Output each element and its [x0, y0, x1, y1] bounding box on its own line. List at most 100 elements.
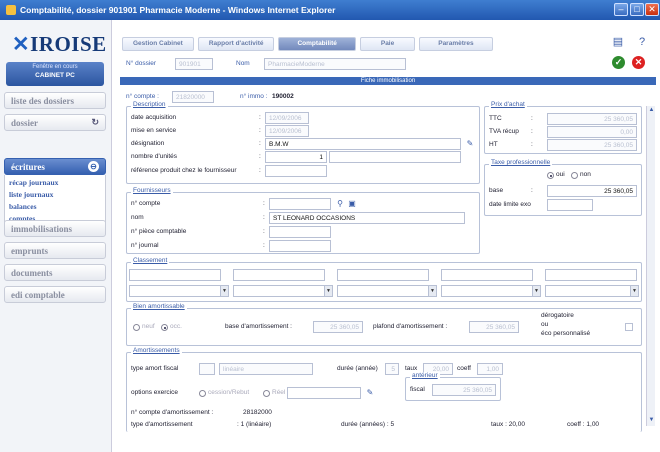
sidebar-item-dossier[interactable]: dossier ↻ [4, 114, 106, 131]
tab-paie[interactable]: Paie [359, 37, 416, 51]
tab-comptabilite[interactable]: Comptabilité [278, 37, 356, 51]
bien-legend: Bien amortissable [131, 303, 187, 310]
fiscal-field[interactable]: 25 360,05 [432, 384, 496, 396]
type-amort-field[interactable]: linéaire [219, 363, 313, 375]
ttc-label: TTC [489, 115, 502, 122]
refresh-icon[interactable]: ↻ [91, 117, 99, 128]
compte-amort-value: 28182000 [243, 409, 272, 416]
tab-rapport-activite[interactable]: Rapport d'activité [197, 37, 275, 51]
fournisseur-section: Fournisseurs n° compte : ⚲ ▣ nom : ST LE… [126, 187, 480, 254]
duree-field[interactable]: 5 [385, 363, 399, 375]
classement-select-2[interactable]: ▼ [233, 285, 333, 297]
ie-icon [6, 5, 16, 15]
search-icon[interactable]: ⚲ [335, 199, 345, 209]
plafond-field[interactable]: 25 360,05 [469, 321, 519, 333]
classement-field-5[interactable] [545, 269, 637, 281]
base-amort-label: base d'amortissement : [225, 323, 292, 330]
help-icon[interactable]: ? [635, 35, 649, 49]
coeff-field[interactable]: 1,00 [477, 363, 503, 375]
subnav-liste-journaux[interactable]: liste journaux [5, 187, 105, 199]
sidebar-item-ecritures[interactable]: écritures ⊖ [4, 158, 106, 175]
sidebar-item-edi-comptable[interactable]: edi comptable [4, 286, 106, 303]
piece-comptable-field[interactable] [269, 226, 331, 238]
chevron-down-icon[interactable]: ▼ [532, 286, 540, 296]
reference-produit-field[interactable] [265, 165, 327, 177]
type-amort-code-field[interactable] [199, 363, 215, 375]
edit-icon[interactable]: ✎ [465, 139, 475, 149]
base-amort-field[interactable]: 25 360,05 [313, 321, 363, 333]
description-legend: Description [131, 101, 168, 108]
classement-select-4[interactable]: ▼ [441, 285, 541, 297]
unites-extra-field[interactable] [329, 151, 461, 163]
ht-field[interactable]: 25 360,05 [547, 139, 637, 151]
compte-field[interactable]: 21820000 [172, 91, 214, 103]
duree-label: durée (année) [337, 365, 378, 372]
fournisseur-nom-field[interactable]: ST LEONARD OCCASIONS [269, 212, 465, 224]
current-window-panel[interactable]: Fenêtre en cours CABINET PC [6, 62, 104, 86]
classement-field-4[interactable] [441, 269, 533, 281]
type-amort-label: type amort fiscal [131, 365, 179, 372]
designation-field[interactable]: B.M.W [265, 138, 461, 150]
sidebar-item-immobilisations[interactable]: immobilisations [4, 220, 106, 237]
option-cession-radio[interactable] [199, 390, 206, 397]
collapse-icon[interactable]: ⊖ [88, 161, 99, 172]
cancel-icon[interactable]: ✕ [632, 56, 645, 69]
classement-field-1[interactable] [129, 269, 221, 281]
classement-select-5[interactable]: ▼ [545, 285, 639, 297]
scroll-down-icon[interactable]: ▼ [648, 417, 655, 425]
option-exercice-field[interactable] [287, 387, 361, 399]
dossier-field[interactable]: 901901 [175, 58, 213, 70]
derogatoire-checkbox[interactable] [625, 323, 633, 331]
journal-field[interactable] [269, 240, 331, 252]
mise-en-service-field[interactable]: 12/09/2006 [265, 125, 309, 137]
bien-occ-radio[interactable] [161, 324, 168, 331]
classement-select-3[interactable]: ▼ [337, 285, 437, 297]
maximize-button[interactable]: □ [630, 3, 644, 16]
document-icon[interactable]: ▤ [611, 35, 625, 49]
classement-field-2[interactable] [233, 269, 325, 281]
minimize-button[interactable]: – [614, 3, 628, 16]
validate-icon[interactable]: ✓ [612, 56, 625, 69]
date-limite-label: date limite exo [489, 201, 531, 208]
chevron-down-icon[interactable]: ▼ [220, 286, 228, 296]
chevron-down-icon[interactable]: ▼ [324, 286, 332, 296]
plafond-label: plafond d'amortissement : [373, 323, 448, 330]
chevron-down-icon[interactable]: ▼ [630, 286, 638, 296]
taxe-base-field[interactable]: 25 360,05 [547, 185, 637, 197]
taxe-non-radio[interactable] [571, 172, 578, 179]
chevron-down-icon[interactable]: ▼ [428, 286, 436, 296]
bien-neuf-radio[interactable] [133, 324, 140, 331]
subnav-balances[interactable]: balances [5, 199, 105, 211]
tab-gestion-cabinet[interactable]: Gestion Cabinet [122, 37, 194, 51]
close-window-button[interactable]: ✕ [645, 3, 659, 16]
piece-comptable-label: n° pièce comptable [131, 228, 187, 235]
taux-label: taux [405, 365, 418, 372]
classement-select-1[interactable]: ▼ [129, 285, 229, 297]
tab-parametres[interactable]: Paramètres [419, 37, 493, 51]
nom-field[interactable]: PharmacieModerne [264, 58, 406, 70]
amort-legend: Amortissements [131, 347, 182, 354]
subnav-recap-journaux[interactable]: récap journaux [5, 175, 105, 187]
current-window-label: Fenêtre en cours [32, 64, 78, 70]
nombre-unites-field[interactable]: 1 [265, 151, 327, 163]
sidebar-item-liste-dossiers[interactable]: liste des dossiers [4, 92, 106, 109]
option-reel-radio[interactable] [263, 390, 270, 397]
scrollbar[interactable]: ▲ ▼ [646, 106, 655, 426]
bien-neuf-label: neuf [142, 323, 155, 330]
last-coeff: coeff : 1,00 [567, 421, 600, 428]
date-limite-field[interactable] [547, 199, 593, 211]
fiscal-label: fiscal [410, 386, 425, 393]
book-icon[interactable]: ▣ [347, 199, 357, 209]
derogatoire-label: dérogatoire [541, 312, 574, 319]
scroll-up-icon[interactable]: ▲ [648, 107, 655, 115]
taxe-oui-radio[interactable] [547, 172, 554, 179]
fournisseur-compte-field[interactable] [269, 198, 331, 210]
sidebar-item-emprunts[interactable]: emprunts [4, 242, 106, 259]
sidebar-item-documents[interactable]: documents [4, 264, 106, 281]
ttc-field[interactable]: 25 360,05 [547, 113, 637, 125]
classement-field-3[interactable] [337, 269, 429, 281]
taxe-base-label: base [489, 187, 504, 194]
edit-icon[interactable]: ✎ [365, 388, 375, 398]
date-acquisition-field[interactable]: 12/09/2006 [265, 112, 309, 124]
tva-recup-field[interactable]: 0,00 [547, 126, 637, 138]
